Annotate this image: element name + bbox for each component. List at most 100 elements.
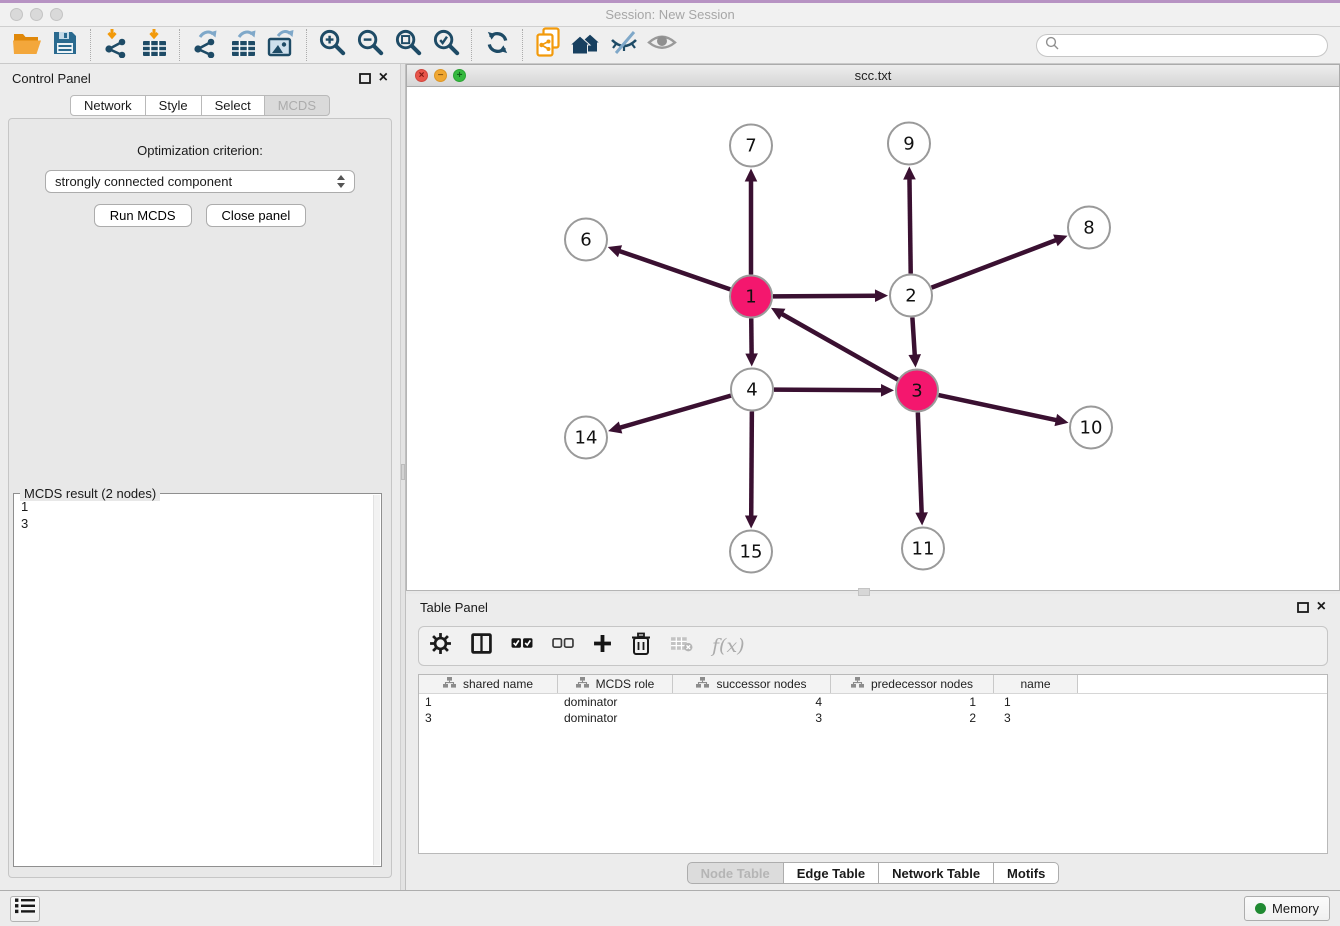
add-column-button[interactable] bbox=[593, 634, 612, 658]
close-table-panel-icon[interactable]: × bbox=[1317, 601, 1326, 613]
table-toolbar: f(x) bbox=[418, 626, 1328, 666]
graph-node-8[interactable]: 8 bbox=[1068, 207, 1110, 249]
table-row[interactable]: 1dominator411 bbox=[419, 694, 1327, 710]
graph-arrowhead bbox=[745, 169, 758, 182]
graph-edge-3-1[interactable] bbox=[781, 313, 898, 379]
save-session-button[interactable] bbox=[46, 29, 84, 61]
close-panel-button[interactable]: Close panel bbox=[206, 204, 307, 227]
graph-edge-1-2[interactable] bbox=[773, 296, 877, 297]
svg-text:8: 8 bbox=[1083, 218, 1094, 239]
network-view-window: × − + scc.txt 7 9 6 8 1 2 4 3 14 10 15 11 bbox=[406, 64, 1340, 591]
graph-node-9[interactable]: 9 bbox=[888, 123, 930, 165]
import-network-button[interactable] bbox=[97, 29, 135, 61]
tab-node-table[interactable]: Node Table bbox=[687, 862, 784, 884]
network-canvas: 7 9 6 8 1 2 4 3 14 10 15 11 bbox=[407, 87, 1339, 590]
mcds-result-title: MCDS result (2 nodes) bbox=[20, 486, 160, 501]
table-row[interactable]: 3dominator323 bbox=[419, 710, 1327, 726]
column-header-name[interactable]: name bbox=[994, 675, 1078, 693]
graph-node-7[interactable]: 7 bbox=[730, 125, 772, 167]
criterion-select[interactable]: strongly connected component bbox=[45, 170, 355, 193]
import-table-button[interactable] bbox=[135, 29, 173, 61]
gear-icon bbox=[429, 632, 452, 660]
zoom-fit-button[interactable] bbox=[389, 29, 427, 61]
graph-edge-2-3[interactable] bbox=[912, 317, 914, 356]
select-all-button[interactable] bbox=[511, 637, 533, 655]
graph-node-6[interactable]: 6 bbox=[565, 219, 607, 261]
export-network-button[interactable] bbox=[186, 29, 224, 61]
graph-node-14[interactable]: 14 bbox=[565, 417, 607, 459]
run-mcds-button[interactable]: Run MCDS bbox=[94, 204, 192, 227]
clone-network-button[interactable] bbox=[529, 29, 567, 61]
result-scrollbar[interactable] bbox=[373, 495, 380, 865]
first-neighbors-button[interactable] bbox=[567, 29, 605, 61]
graph-edge-1-6[interactable] bbox=[618, 251, 730, 290]
tab-mcds[interactable]: MCDS bbox=[264, 95, 330, 116]
status-bar: Memory bbox=[0, 890, 1340, 926]
column-header-successor-nodes[interactable]: successor nodes bbox=[673, 675, 831, 693]
delete-table-button-disabled bbox=[670, 635, 693, 657]
graph-node-3[interactable]: 3 bbox=[896, 370, 938, 412]
search-field[interactable] bbox=[1036, 34, 1328, 57]
graph-edge-3-11[interactable] bbox=[918, 412, 922, 514]
delete-column-button[interactable] bbox=[631, 632, 651, 661]
graph-arrowhead bbox=[745, 515, 758, 528]
node-table: shared nameMCDS rolesuccessor nodesprede… bbox=[418, 674, 1328, 854]
vertical-splitter[interactable] bbox=[400, 64, 406, 890]
table-settings-button[interactable] bbox=[429, 632, 452, 660]
graph-edge-2-9[interactable] bbox=[909, 177, 910, 273]
memory-button[interactable]: Memory bbox=[1244, 896, 1330, 921]
tab-style[interactable]: Style bbox=[145, 95, 202, 116]
graph-edge-4-15[interactable] bbox=[751, 411, 752, 517]
float-table-panel-icon[interactable] bbox=[1297, 602, 1309, 613]
tab-network-table[interactable]: Network Table bbox=[878, 862, 994, 884]
show-columns-button[interactable] bbox=[471, 633, 492, 659]
control-panel: Control Panel × NetworkStyleSelectMCDS O… bbox=[0, 64, 400, 890]
optimization-criterion-label: Optimization criterion: bbox=[9, 143, 391, 158]
close-panel-icon[interactable]: × bbox=[379, 72, 388, 84]
graph-node-1[interactable]: 1 bbox=[730, 276, 772, 318]
float-panel-icon[interactable] bbox=[359, 73, 371, 84]
mcds-result-box: MCDS result (2 nodes) 1 3 bbox=[13, 493, 382, 867]
zoom-selected-button[interactable] bbox=[427, 29, 465, 61]
checked-boxes-icon bbox=[511, 637, 533, 655]
horizontal-splitter[interactable] bbox=[406, 591, 1340, 594]
vertical-splitter-grip[interactable] bbox=[401, 464, 405, 480]
network-window-titlebar[interactable]: × − + scc.txt bbox=[406, 64, 1340, 87]
graph-node-11[interactable]: 11 bbox=[902, 528, 944, 570]
column-header-predecessor-nodes[interactable]: predecessor nodes bbox=[831, 675, 994, 693]
refresh-layout-button[interactable] bbox=[478, 29, 516, 61]
svg-text:3: 3 bbox=[911, 381, 922, 402]
clone-network-icon bbox=[535, 27, 562, 63]
zoom-out-button[interactable] bbox=[351, 29, 389, 61]
export-table-button[interactable] bbox=[224, 29, 262, 61]
columns-pane-icon bbox=[471, 633, 492, 659]
show-all-button[interactable] bbox=[643, 29, 681, 61]
graph-edge-4-14[interactable] bbox=[619, 396, 731, 428]
open-session-button[interactable] bbox=[8, 29, 46, 61]
graph-edge-4-3[interactable] bbox=[774, 390, 883, 391]
tab-motifs[interactable]: Motifs bbox=[993, 862, 1059, 884]
network-canvas-container[interactable]: 7 9 6 8 1 2 4 3 14 10 15 11 bbox=[406, 87, 1340, 591]
graph-node-2[interactable]: 2 bbox=[890, 275, 932, 317]
tab-network[interactable]: Network bbox=[70, 95, 146, 116]
graph-edge-3-10[interactable] bbox=[939, 395, 1058, 420]
horizontal-splitter-grip[interactable] bbox=[858, 588, 870, 596]
graph-node-15[interactable]: 15 bbox=[730, 531, 772, 573]
tab-select[interactable]: Select bbox=[201, 95, 265, 116]
svg-text:10: 10 bbox=[1080, 418, 1103, 439]
tab-edge-table[interactable]: Edge Table bbox=[783, 862, 879, 884]
column-header-shared-name[interactable]: shared name bbox=[419, 675, 558, 693]
column-header-mcds-role[interactable]: MCDS role bbox=[558, 675, 673, 693]
hide-selected-button[interactable] bbox=[605, 29, 643, 61]
task-history-button[interactable] bbox=[10, 896, 40, 922]
graph-edge-2-8[interactable] bbox=[932, 240, 1058, 288]
zoom-in-button[interactable] bbox=[313, 29, 351, 61]
graph-node-10[interactable]: 10 bbox=[1070, 407, 1112, 449]
node-table-header: shared nameMCDS rolesuccessor nodesprede… bbox=[419, 675, 1327, 694]
svg-text:11: 11 bbox=[912, 539, 935, 560]
deselect-all-button[interactable] bbox=[552, 637, 574, 655]
search-input[interactable] bbox=[1064, 38, 1319, 53]
export-image-button[interactable] bbox=[262, 29, 300, 61]
control-panel-tabs: NetworkStyleSelectMCDS bbox=[0, 95, 400, 116]
graph-node-4[interactable]: 4 bbox=[731, 369, 773, 411]
